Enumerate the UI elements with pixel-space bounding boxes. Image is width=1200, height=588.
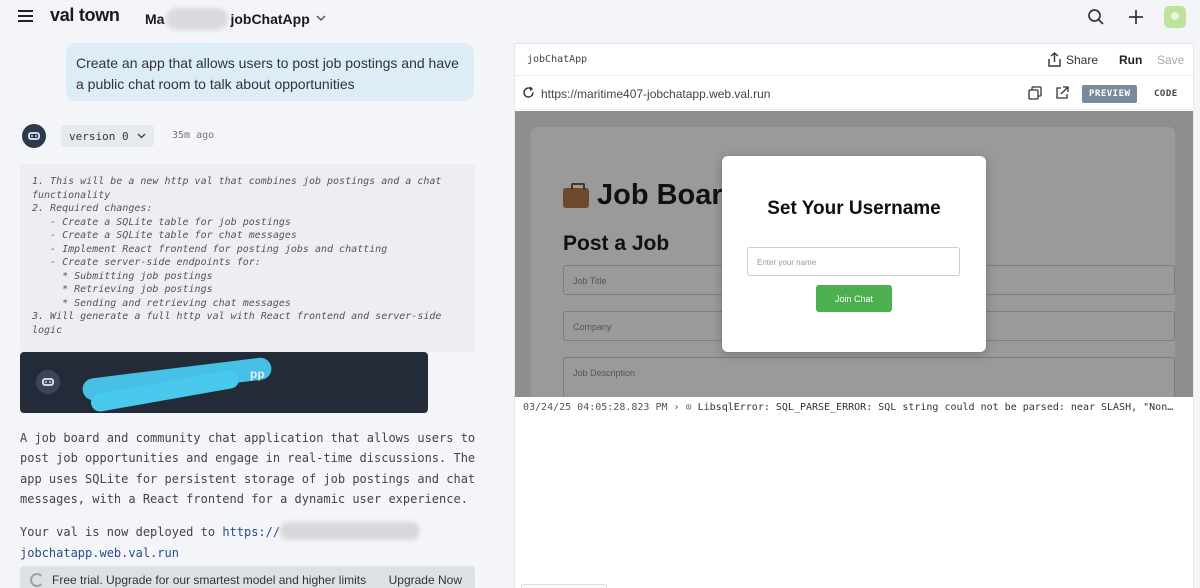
chevron-down-icon <box>137 133 146 139</box>
plan-line: - Create a SQLite table for job postings <box>32 216 291 228</box>
user-message: Create an app that allows users to post … <box>66 43 474 101</box>
plus-icon[interactable] <box>1124 5 1148 29</box>
join-chat-button[interactable]: Join Chat <box>816 285 892 312</box>
log-timestamp: 03/24/25 04:05:28.823 PM <box>523 402 668 413</box>
refresh-icon[interactable] <box>522 86 535 104</box>
plan-line: 3. Will generate a full http val with Re… <box>32 311 442 322</box>
code-tab[interactable]: CODE <box>1154 89 1178 99</box>
app-subheading: Post a Job <box>563 232 670 255</box>
url-actions <box>1028 86 1069 105</box>
plan-line: 2. Required changes: <box>32 203 153 214</box>
url-bar: https://maritime407-jobchatapp.web.val.r… <box>515 77 1193 110</box>
chevron-right-icon: › <box>673 402 686 413</box>
trial-banner: Free trial. Upgrade for our smartest mod… <box>20 566 475 588</box>
share-icon <box>1048 52 1061 67</box>
project-name-prefix: Ma <box>145 11 165 27</box>
job-description-field[interactable]: Job Description <box>563 357 1175 397</box>
top-bar: val town Ma jobChatApp <box>0 0 1200 34</box>
share-button[interactable]: Share <box>1048 52 1098 67</box>
upgrade-button[interactable]: Upgrade Now <box>389 573 462 587</box>
plan-line: logic <box>32 324 63 336</box>
redacted-text <box>166 8 229 30</box>
avatar[interactable] <box>1164 6 1186 28</box>
panel-header: jobChatApp Share Run Save <box>515 44 1193 76</box>
val-card-name: pp <box>250 367 265 381</box>
search-icon[interactable] <box>1084 5 1108 29</box>
console-log: 03/24/25 04:05:28.823 PM › ⊙ LibsqlError… <box>515 402 1193 413</box>
external-link-icon[interactable] <box>1055 86 1069 105</box>
info-icon: ⊙ <box>685 402 698 413</box>
preview-panel: jobChatApp Share Run Save https://mariti… <box>514 43 1194 588</box>
run-button[interactable]: Run <box>1119 53 1142 67</box>
deployed-message: Your val is now deployed to https://jobc… <box>20 522 480 563</box>
bot-icon <box>22 124 46 148</box>
plan-line: - Create server-side endpoints for: <box>32 257 261 268</box>
panel-title: jobChatApp <box>527 54 588 65</box>
log-message: LibsqlError: SQL_PARSE_ERROR: SQL string… <box>697 402 1174 413</box>
plan-block: 1. This will be a new http val that comb… <box>20 164 475 352</box>
plan-line: functionality <box>32 189 111 201</box>
app-heading: Job Board <box>563 179 740 212</box>
val-card[interactable]: pp <box>20 352 428 413</box>
version-label: version 0 <box>69 129 129 143</box>
preview-tab[interactable]: PREVIEW <box>1082 85 1138 103</box>
version-select[interactable]: version 0 <box>61 125 154 147</box>
top-actions <box>1084 5 1186 29</box>
trial-text: Free trial. Upgrade for our smartest mod… <box>52 573 367 587</box>
plan-line: - Create a SQLite table for chat message… <box>32 230 297 241</box>
project-selector[interactable]: Ma jobChatApp <box>145 8 326 30</box>
timestamp: 35m ago <box>172 130 215 141</box>
plan-line: * Retrieving job postings <box>32 284 213 295</box>
url-text[interactable]: https://maritime407-jobchatapp.web.val.r… <box>541 87 770 101</box>
briefcase-icon <box>563 182 589 208</box>
app-preview: Job Board Post a Job Job Title Company J… <box>515 111 1193 397</box>
bottom-tab[interactable] <box>521 584 607 588</box>
copy-icon[interactable] <box>1028 86 1042 105</box>
modal-title: Set Your Username <box>767 198 941 219</box>
summary-text: A job board and community chat applicati… <box>20 431 476 506</box>
plan-line: * Submitting job postings <box>32 270 213 282</box>
plan-line: * Sending and retrieving chat messages <box>32 297 291 309</box>
username-input[interactable]: Enter your name <box>747 247 960 276</box>
spinner-icon <box>30 573 44 587</box>
project-name: jobChatApp <box>230 11 310 27</box>
username-modal: Set Your Username Enter your name Join C… <box>722 156 986 352</box>
plan-line: - Implement React frontend for posting j… <box>32 243 388 255</box>
brand-logo[interactable]: val town <box>50 5 120 26</box>
save-button[interactable]: Save <box>1157 53 1184 67</box>
deployed-prefix: Your val is now deployed to <box>20 525 216 539</box>
chat-column: Create an app that allows users to post … <box>0 34 500 588</box>
menu-icon[interactable] <box>18 10 33 22</box>
bot-icon <box>36 370 60 394</box>
plan-line: 1. This will be a new http val that comb… <box>32 176 442 187</box>
chevron-down-icon <box>316 14 326 25</box>
